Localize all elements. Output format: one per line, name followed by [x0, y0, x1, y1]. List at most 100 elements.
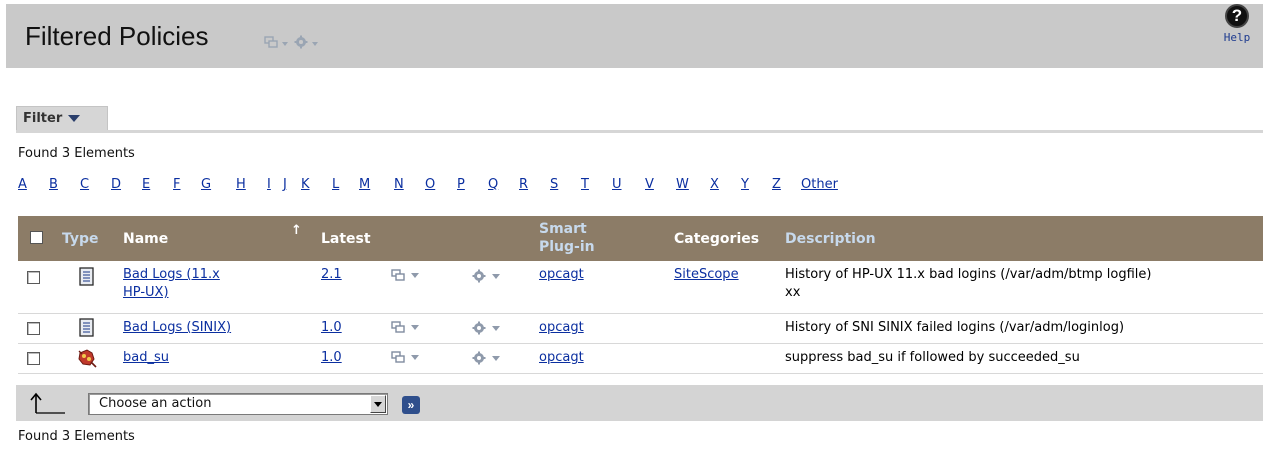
gear-menu[interactable] [472, 269, 500, 283]
description-line2: xx [785, 285, 801, 300]
policies-table: Type Name ↑ Latest Smart Plug-in Categor… [18, 216, 1263, 374]
title-actions [264, 35, 318, 53]
chevron-down-icon [492, 325, 500, 331]
page-header: Filtered Policies ? Help [6, 4, 1263, 68]
document-icon [78, 267, 96, 287]
window-icon[interactable] [264, 36, 278, 52]
letter-link-l[interactable]: L [332, 177, 339, 192]
version-link[interactable]: 1.0 [321, 349, 342, 367]
divider [16, 130, 1263, 133]
gear-menu[interactable] [472, 351, 500, 365]
letter-link-m[interactable]: M [359, 177, 370, 192]
letter-link-other[interactable]: Other [801, 177, 838, 192]
letter-link-n[interactable]: N [394, 177, 404, 192]
column-header-type: Type [62, 231, 99, 247]
select-all-checkbox[interactable] [30, 231, 43, 244]
arrow-up-icon [28, 392, 66, 414]
help-icon[interactable]: ? [1225, 4, 1249, 28]
gear-icon [472, 269, 486, 283]
alphabet-filter: A B C D E F G H I J K L M N O P Q R S T … [18, 177, 1258, 197]
letter-link-x[interactable]: X [710, 177, 719, 192]
gear-menu[interactable] [472, 321, 500, 335]
letter-link-u[interactable]: U [612, 177, 622, 192]
description-line1: History of HP-UX 11.x bad logins (/var/a… [785, 267, 1152, 282]
gear-icon [472, 321, 486, 335]
letter-link-h[interactable]: H [236, 177, 246, 192]
policy-name-link[interactable]: Bad Logs (SINIX) [123, 319, 231, 337]
window-icon [391, 321, 405, 333]
letter-link-v[interactable]: V [645, 177, 654, 192]
window-menu[interactable] [391, 269, 419, 281]
letter-link-c[interactable]: C [80, 177, 89, 192]
bulk-action-bar: Choose an action » [16, 385, 1263, 421]
policy-name-line2: HP-UX) [123, 285, 169, 300]
letter-link-f[interactable]: F [173, 177, 180, 192]
chevron-down-icon [492, 273, 500, 279]
window-menu[interactable] [391, 351, 419, 363]
smart-plugin-link[interactable]: opcagt [539, 266, 584, 284]
window-icon [391, 269, 405, 281]
filter-label: Filter [23, 111, 63, 126]
row-checkbox[interactable] [27, 352, 40, 365]
row-checkbox[interactable] [27, 271, 40, 284]
letter-link-b[interactable]: B [49, 177, 58, 192]
sort-ascending-icon[interactable]: ↑ [291, 223, 302, 238]
letter-link-k[interactable]: K [301, 177, 310, 192]
table-row: bad_su 1.0 opcagt suppress bad_su if fol… [18, 344, 1263, 374]
policy-name-link[interactable]: Bad Logs (11.x HP-UX) [123, 266, 220, 302]
description-text: suppress bad_su if followed by succeeded… [785, 350, 1080, 365]
chevron-down-icon [411, 324, 419, 330]
smart-plugin-link[interactable]: opcagt [539, 349, 584, 367]
chevron-down-icon [492, 355, 500, 361]
column-header-name[interactable]: Name [123, 230, 168, 248]
chevron-down-icon [411, 354, 419, 360]
window-icon [391, 351, 405, 363]
column-header-description: Description [785, 231, 876, 247]
action-select[interactable]: Choose an action [88, 393, 388, 415]
dropdown-arrow-icon[interactable] [370, 395, 386, 413]
page-title: Filtered Policies [25, 21, 209, 51]
letter-link-e[interactable]: E [142, 177, 150, 192]
row-checkbox[interactable] [27, 322, 40, 335]
letter-link-j[interactable]: J [283, 177, 287, 192]
filter-toggle[interactable]: Filter [16, 106, 108, 130]
letter-link-a[interactable]: A [18, 177, 27, 192]
category-link[interactable]: SiteScope [674, 266, 739, 284]
description-text: History of HP-UX 11.x bad logins (/var/a… [785, 266, 1260, 302]
help-button[interactable]: ? Help [1217, 4, 1257, 44]
result-count: Found 3 Elements [18, 146, 135, 161]
column-header-latest: Latest [321, 231, 371, 247]
chevron-down-icon[interactable] [282, 42, 288, 46]
letter-link-z[interactable]: Z [772, 177, 781, 192]
table-row: Bad Logs (11.x HP-UX) 2.1 opcagt SiteSco… [18, 261, 1263, 314]
description-text: History of SNI SINIX failed logins (/var… [785, 320, 1125, 335]
letter-link-o[interactable]: O [425, 177, 435, 192]
letter-link-t[interactable]: T [581, 177, 589, 192]
smart-plugin-link[interactable]: opcagt [539, 319, 584, 337]
go-button[interactable]: » [402, 396, 420, 414]
gear-icon [472, 351, 486, 365]
letter-link-y[interactable]: Y [741, 177, 749, 192]
smart-plugin-line1: Smart [539, 221, 587, 237]
letter-link-w[interactable]: W [676, 177, 689, 192]
policy-name-link[interactable]: bad_su [123, 349, 169, 367]
letter-link-g[interactable]: G [201, 177, 211, 192]
help-link[interactable]: Help [1217, 31, 1257, 44]
version-link[interactable]: 1.0 [321, 319, 342, 337]
letter-link-s[interactable]: S [550, 177, 558, 192]
policy-name-line1: Bad Logs (11.x [123, 267, 220, 282]
window-menu[interactable] [391, 321, 419, 333]
letter-link-p[interactable]: P [457, 177, 465, 192]
gear-icon[interactable] [294, 35, 308, 53]
document-icon [78, 318, 96, 338]
letter-link-r[interactable]: R [519, 177, 528, 192]
version-link[interactable]: 2.1 [321, 266, 342, 284]
letter-link-q[interactable]: Q [488, 177, 498, 192]
result-count-bottom: Found 3 Elements [18, 429, 135, 444]
letter-link-i[interactable]: I [267, 177, 271, 192]
column-header-smart-plugin: Smart Plug-in [539, 220, 595, 256]
chevron-down-icon [411, 272, 419, 278]
table-header: Type Name ↑ Latest Smart Plug-in Categor… [18, 216, 1263, 261]
chevron-down-icon[interactable] [312, 42, 318, 46]
letter-link-d[interactable]: D [111, 177, 121, 192]
